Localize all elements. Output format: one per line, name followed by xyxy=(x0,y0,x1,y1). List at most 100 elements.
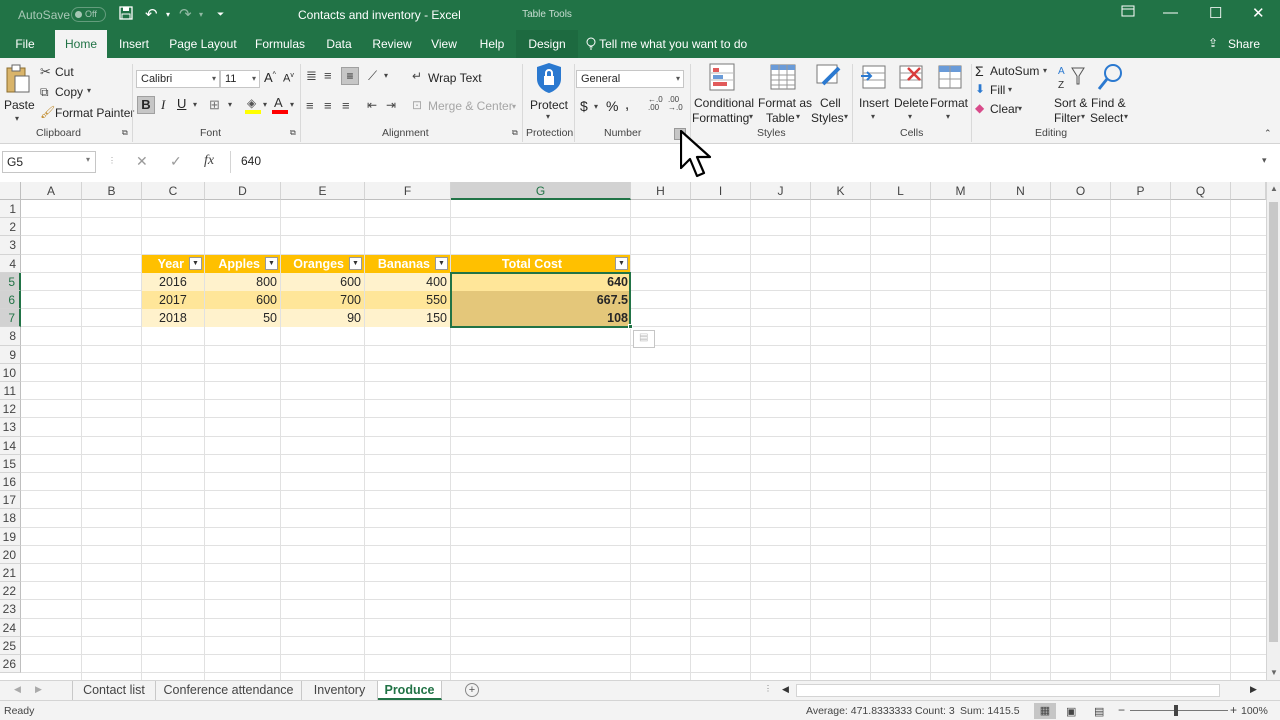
delete-cells-button[interactable]: Delete ▾ xyxy=(892,62,930,124)
font-color-dropdown-icon[interactable]: ▾ xyxy=(290,100,294,109)
align-left-icon[interactable]: ≡ xyxy=(306,98,314,113)
top-align-icon[interactable]: ≣ xyxy=(306,68,317,84)
zoom-in-icon[interactable]: + xyxy=(1230,703,1237,717)
align-right-icon[interactable]: ≡ xyxy=(342,98,350,113)
row-header[interactable]: 6 xyxy=(0,291,21,310)
page-break-view-icon[interactable]: ▤ xyxy=(1094,705,1104,718)
align-center-icon[interactable]: ≡ xyxy=(324,98,332,113)
merge-dropdown-icon[interactable]: ▾ xyxy=(512,102,516,111)
zoom-level[interactable]: 100% xyxy=(1241,705,1268,717)
column-header[interactable]: B xyxy=(82,182,142,200)
customize-qat-icon[interactable]: ⏷ xyxy=(217,9,224,20)
column-header[interactable]: I xyxy=(691,182,751,200)
font-launcher-icon[interactable]: ⧉ xyxy=(290,128,296,138)
cell-styles-button[interactable]: Cell Styles ▾ xyxy=(810,62,850,125)
italic-button[interactable]: I xyxy=(161,97,165,113)
tell-me-box[interactable]: Tell me what you want to do xyxy=(586,37,747,51)
wrap-text-button[interactable]: Wrap Text xyxy=(428,71,482,85)
tab-page-layout[interactable]: Page Layout xyxy=(164,30,242,58)
table-header-cell[interactable]: Oranges ▼ xyxy=(281,254,364,273)
filter-dropdown-icon[interactable]: ▼ xyxy=(615,256,628,270)
decrease-decimal-icon[interactable]: .00 →.0 xyxy=(668,96,683,112)
decrease-font-icon[interactable]: Av xyxy=(283,72,294,85)
row-header[interactable]: 23 xyxy=(0,600,21,619)
increase-indent-icon[interactable]: ⇥ xyxy=(386,98,396,112)
autosave-toggle[interactable]: Off xyxy=(71,7,106,22)
column-header[interactable]: F xyxy=(365,182,451,200)
table-cell[interactable]: 400 xyxy=(365,272,450,291)
borders-icon[interactable]: ⊞ xyxy=(209,97,220,113)
row-header[interactable]: 8 xyxy=(0,327,21,346)
fill-dropdown-icon[interactable]: ▾ xyxy=(1008,85,1012,94)
row-header[interactable]: 25 xyxy=(0,636,21,655)
format-painter-button[interactable]: Format Painter xyxy=(55,106,134,120)
clipboard-launcher-icon[interactable]: ⧉ xyxy=(122,128,128,138)
undo-dropdown-icon[interactable]: ▾ xyxy=(166,10,170,19)
row-header[interactable]: 13 xyxy=(0,418,21,437)
table-cell[interactable]: 2017 xyxy=(142,291,204,310)
close-icon[interactable]: ✕ xyxy=(1252,4,1265,22)
column-header[interactable]: Q xyxy=(1171,182,1231,200)
column-header[interactable]: J xyxy=(751,182,811,200)
table-cell[interactable]: 700 xyxy=(281,291,364,310)
fill-color-dropdown-icon[interactable]: ▾ xyxy=(263,100,267,109)
row-header[interactable]: 24 xyxy=(0,618,21,637)
sheet-tab-produce[interactable]: Produce xyxy=(378,681,442,700)
fill-handle[interactable] xyxy=(628,324,633,330)
worksheet-grid[interactable]: A B C D E F G H I J K L M N O P Q 1 2 3 4 5 6 7 8 9 10 11 12 13 14 15 16… xyxy=(0,182,1266,682)
number-format-dropdown[interactable]: General ▾ xyxy=(576,70,684,88)
table-cell[interactable]: 90 xyxy=(281,309,364,328)
new-sheet-icon[interactable]: + xyxy=(465,683,479,697)
tab-help[interactable]: Help xyxy=(472,30,512,58)
fill-color-icon[interactable]: ◈ xyxy=(245,96,261,114)
filter-dropdown-icon[interactable]: ▼ xyxy=(435,256,448,270)
table-cell[interactable]: 150 xyxy=(365,309,450,328)
tab-file[interactable]: File xyxy=(6,30,44,58)
maximize-icon[interactable]: ☐ xyxy=(1209,4,1222,22)
borders-dropdown-icon[interactable]: ▾ xyxy=(228,100,232,109)
ribbon-display-icon[interactable] xyxy=(1121,4,1135,21)
fill-button[interactable]: Fill xyxy=(990,83,1005,97)
horizontal-scrollbar[interactable] xyxy=(796,684,1220,697)
column-header[interactable]: N xyxy=(991,182,1051,200)
copy-button[interactable]: Copy xyxy=(55,85,83,99)
column-header[interactable]: M xyxy=(931,182,991,200)
sheet-tab-inventory[interactable]: Inventory xyxy=(302,681,378,700)
sort-filter-button[interactable]: AZ Sort & Filter ▾ xyxy=(1052,62,1090,125)
row-header[interactable]: 2 xyxy=(0,218,21,237)
currency-dropdown-icon[interactable]: ▾ xyxy=(594,102,598,111)
cancel-icon[interactable]: ✕ xyxy=(136,153,148,170)
row-header[interactable]: 5 xyxy=(0,272,21,291)
column-header[interactable]: O xyxy=(1051,182,1111,200)
orientation-icon[interactable]: ⟋ xyxy=(368,68,377,84)
bold-button[interactable]: B xyxy=(137,96,155,114)
row-header[interactable]: 4 xyxy=(0,254,21,273)
find-select-button[interactable]: Find & Select ▾ xyxy=(1090,62,1130,125)
column-header[interactable]: H xyxy=(631,182,691,200)
collapse-ribbon-icon[interactable]: ⌃ xyxy=(1264,128,1272,139)
row-header[interactable]: 17 xyxy=(0,491,21,510)
row-header[interactable]: 18 xyxy=(0,509,21,528)
orientation-dropdown-icon[interactable]: ▾ xyxy=(384,71,388,80)
table-header-cell[interactable]: Year ▼ xyxy=(142,254,204,273)
tab-formulas[interactable]: Formulas xyxy=(250,30,310,58)
row-header[interactable]: 26 xyxy=(0,655,21,674)
share-button[interactable]: ⇪ Share xyxy=(1208,36,1260,51)
save-icon[interactable] xyxy=(118,5,134,25)
tab-data[interactable]: Data xyxy=(318,30,360,58)
table-cell[interactable]: 2018 xyxy=(142,309,204,328)
row-header[interactable]: 14 xyxy=(0,436,21,455)
row-header[interactable]: 11 xyxy=(0,382,21,401)
row-header[interactable]: 19 xyxy=(0,527,21,546)
expand-formula-bar-icon[interactable]: ▾ xyxy=(1262,155,1267,166)
column-header[interactable]: K xyxy=(811,182,871,200)
autosum-dropdown-icon[interactable]: ▾ xyxy=(1043,66,1047,75)
table-cell[interactable]: 50 xyxy=(205,309,280,328)
column-header[interactable]: E xyxy=(281,182,365,200)
normal-view-icon[interactable]: ▦ xyxy=(1034,703,1056,719)
font-name-dropdown[interactable]: Calibri ▾ xyxy=(136,70,220,88)
increase-decimal-icon[interactable]: ←.0.00 xyxy=(648,96,663,112)
next-sheet-icon[interactable]: ▶ xyxy=(35,684,42,695)
enter-icon[interactable]: ✓ xyxy=(170,153,182,170)
row-header[interactable]: 21 xyxy=(0,564,21,583)
